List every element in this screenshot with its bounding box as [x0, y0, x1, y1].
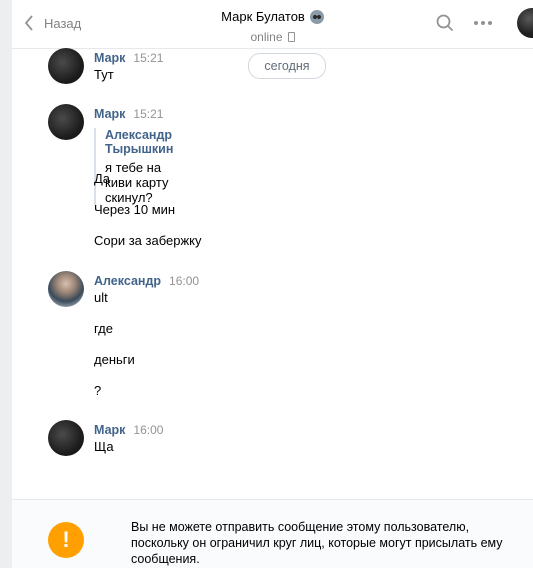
message-meta: Александр 16:00: [94, 272, 199, 290]
message-time[interactable]: 16:00: [133, 423, 163, 437]
notice-text: Вы не можете отправить сообщение этому п…: [131, 520, 503, 566]
chat-header: Назад Марк Булатов online: [12, 0, 533, 49]
message-meta: Марк 15:21: [94, 105, 163, 123]
forwarded-message[interactable]: Александр Тырышкин я тебе на киви карту …: [94, 128, 173, 205]
avatar[interactable]: [48, 420, 84, 456]
message-text: где: [94, 321, 113, 336]
author-link[interactable]: Марк: [94, 107, 125, 121]
message-text: Ща: [94, 439, 114, 454]
message-text: ult: [94, 290, 108, 305]
message-text: деньги: [94, 352, 135, 367]
author-link[interactable]: Марк: [94, 423, 125, 437]
avatar[interactable]: [48, 271, 84, 307]
message-text: ?: [94, 383, 102, 398]
quote-text: я тебе на киви карту скинул?: [105, 160, 169, 205]
message-text: Да: [94, 171, 111, 186]
chat-title-block: Марк Булатов online: [12, 8, 533, 46]
quote-author[interactable]: Александр Тырышкин: [105, 128, 173, 156]
chat-title[interactable]: Марк Булатов: [221, 9, 324, 24]
online-status: online: [250, 30, 295, 44]
search-icon[interactable]: [436, 14, 454, 37]
message-text: Тут: [94, 67, 114, 82]
status-text: online: [250, 30, 283, 44]
more-icon[interactable]: [474, 14, 492, 25]
chat-name-text: Марк Булатов: [221, 9, 305, 24]
alien-emoji-icon: [309, 9, 324, 24]
blocked-notice: ! Вы не можете отправить сообщение этому…: [12, 499, 533, 568]
avatar[interactable]: [48, 104, 84, 140]
message-meta: Марк 16:00: [94, 421, 163, 439]
warning-icon: !: [48, 522, 84, 558]
chat-panel: Назад Марк Булатов online сегодня Марк 1…: [12, 0, 533, 568]
author-link[interactable]: Александр: [94, 274, 161, 288]
message-text: Сори за забержку: [94, 233, 202, 248]
message-time[interactable]: 15:21: [133, 107, 163, 121]
author-link[interactable]: Марк: [94, 51, 125, 65]
day-separator[interactable]: сегодня: [248, 53, 326, 79]
message-time[interactable]: 15:21: [133, 51, 163, 65]
mobile-phone-icon: [287, 32, 295, 42]
message-text: Через 10 мин: [94, 202, 176, 217]
message-meta: Марк 15:21: [94, 49, 163, 67]
avatar[interactable]: [48, 48, 84, 84]
message-time[interactable]: 16:00: [169, 274, 199, 288]
